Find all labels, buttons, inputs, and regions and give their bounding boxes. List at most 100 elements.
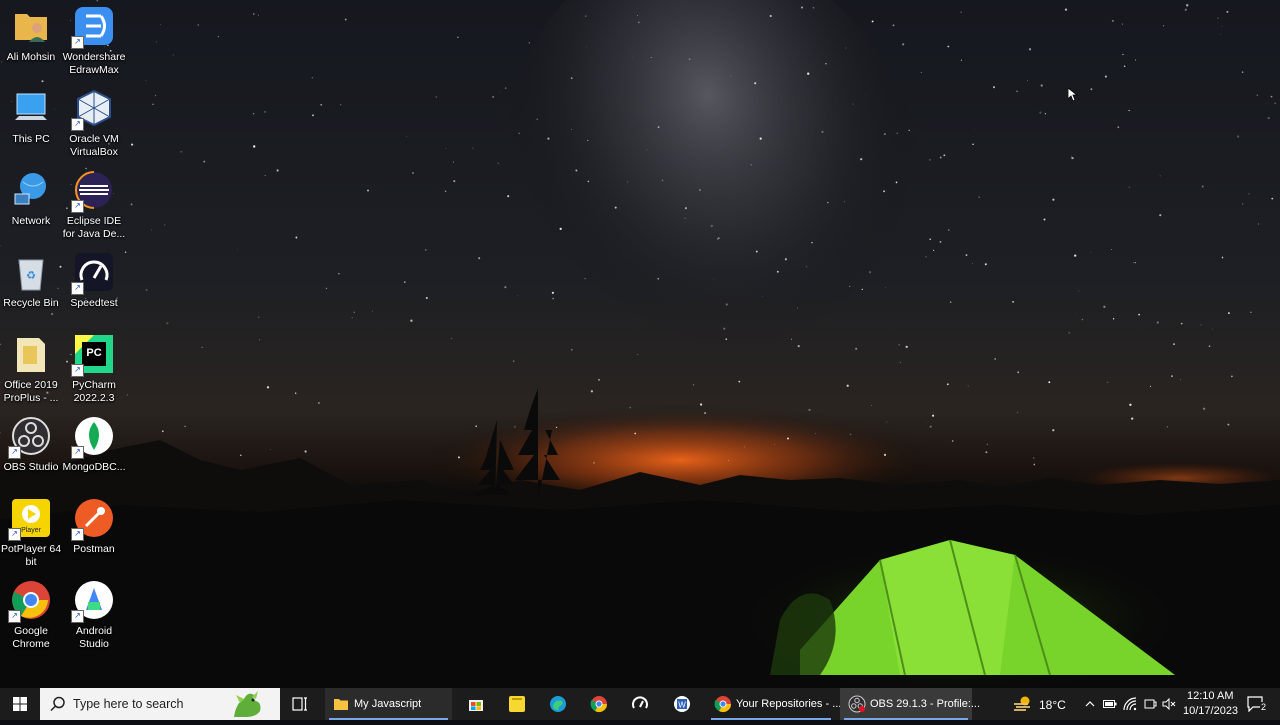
start-button[interactable] xyxy=(0,688,40,720)
star xyxy=(145,80,146,81)
star xyxy=(519,133,520,134)
taskbar-app-file-explorer[interactable]: My Javascript xyxy=(325,688,452,720)
star xyxy=(725,338,727,340)
battery-status[interactable] xyxy=(1101,688,1119,720)
notification-center-button[interactable]: 2 xyxy=(1240,688,1272,720)
network-status[interactable] xyxy=(1121,688,1139,720)
star xyxy=(585,278,586,279)
desktop-icon-mongodb[interactable]: ↗ MongoDBC... xyxy=(62,416,126,474)
star xyxy=(821,131,823,133)
star xyxy=(1045,113,1046,114)
taskbar-app-obs-window[interactable]: OBS 29.1.3 - Profile:... xyxy=(840,688,972,720)
star xyxy=(974,129,975,130)
star xyxy=(718,237,720,239)
desktop-icon-potplayer[interactable]: Player ↗ PotPlayer 64 bit xyxy=(0,498,63,569)
star xyxy=(240,454,242,456)
star xyxy=(1074,254,1076,256)
star xyxy=(1076,313,1077,314)
desktop-icon-android-studio[interactable]: ↗ Android Studio xyxy=(62,580,126,651)
star xyxy=(586,47,587,48)
star xyxy=(1150,386,1151,387)
desktop-icon-pycharm[interactable]: PC ↗ PyCharm 2022.2.3 xyxy=(62,334,126,405)
show-hidden-icons-button[interactable] xyxy=(1082,688,1098,720)
star xyxy=(886,422,887,423)
star xyxy=(1052,199,1054,201)
taskbar-app-word[interactable]: W xyxy=(665,688,701,720)
star xyxy=(513,360,514,361)
taskbar-search-box[interactable]: Type here to search xyxy=(40,688,280,720)
star xyxy=(994,358,995,359)
star xyxy=(270,449,271,450)
star xyxy=(446,148,447,149)
taskbar-app-chrome[interactable] xyxy=(583,688,615,720)
clock[interactable]: 12:10 AM 10/17/2023 xyxy=(1180,688,1238,720)
star xyxy=(457,37,458,38)
weather-widget[interactable]: 18°C xyxy=(1006,688,1068,720)
star xyxy=(560,228,562,230)
star xyxy=(1202,186,1204,188)
desktop-icon-this-pc[interactable]: This PC xyxy=(0,88,63,146)
star xyxy=(1039,111,1041,113)
usb-device-status[interactable] xyxy=(1141,688,1159,720)
taskbar-app-microsoft-store[interactable] xyxy=(460,688,492,720)
star xyxy=(505,87,507,89)
desktop-icon-user-folder[interactable]: Ali Mohsin xyxy=(0,6,63,64)
desktop-icon-recycle-bin[interactable]: ♻ Recycle Bin xyxy=(0,252,63,310)
star xyxy=(897,133,898,134)
star xyxy=(711,225,713,227)
star xyxy=(1167,426,1168,427)
wallpaper-scene xyxy=(0,0,1280,688)
star xyxy=(267,386,269,388)
desktop-icon-network[interactable]: Network xyxy=(0,170,63,228)
desktop-icon-obs[interactable]: ↗ OBS Studio xyxy=(0,416,63,474)
star xyxy=(952,440,954,442)
recycle-bin-icon: ♻ xyxy=(11,252,51,292)
star xyxy=(1218,18,1219,19)
star xyxy=(1220,34,1221,35)
star xyxy=(155,95,156,96)
desktop-icon-speedtest[interactable]: ↗ Speedtest xyxy=(62,252,126,310)
star xyxy=(295,237,297,239)
star xyxy=(1157,321,1159,323)
virtualbox-icon: ↗ xyxy=(74,88,114,128)
taskbar-app-edge[interactable] xyxy=(542,688,574,720)
star xyxy=(685,207,687,209)
star xyxy=(277,169,279,171)
star xyxy=(637,15,638,16)
star xyxy=(552,292,554,294)
desktop-icon-eclipse[interactable]: ↗ Eclipse IDE for Java De... xyxy=(62,170,126,241)
volume-control[interactable] xyxy=(1160,688,1178,720)
star xyxy=(478,257,480,259)
star xyxy=(1071,156,1072,157)
taskbar-app-chrome-window[interactable]: Your Repositories - ... xyxy=(707,688,835,720)
star xyxy=(774,444,775,445)
taskbar-app-sticky-notes[interactable] xyxy=(501,688,533,720)
shortcut-arrow-icon: ↗ xyxy=(71,364,84,377)
star xyxy=(1231,376,1233,378)
desktop-icon-edrawmax[interactable]: ↗ Wondershare EdrawMax xyxy=(62,6,126,77)
star xyxy=(547,137,549,139)
star xyxy=(131,203,133,205)
star xyxy=(258,15,259,16)
star xyxy=(237,249,238,250)
star xyxy=(1222,26,1223,27)
star xyxy=(634,433,636,435)
desktop-icon-virtualbox[interactable]: ↗ Oracle VM VirtualBox xyxy=(62,88,126,159)
star xyxy=(367,190,369,192)
desktop-icon-chrome[interactable]: ↗ Google Chrome xyxy=(0,580,63,651)
star xyxy=(1133,262,1134,263)
desktop-icon-office[interactable]: Office 2019 ProPlus - ... xyxy=(0,334,63,405)
star xyxy=(1017,412,1018,413)
taskbar-app-speedtest[interactable] xyxy=(624,688,656,720)
battery-icon xyxy=(1103,699,1117,709)
star xyxy=(844,201,845,202)
star xyxy=(258,317,259,318)
star xyxy=(425,249,427,251)
star xyxy=(865,94,866,95)
star xyxy=(791,339,792,340)
task-view-button[interactable] xyxy=(286,688,314,720)
desktop-icon-postman[interactable]: ↗ Postman xyxy=(62,498,126,556)
star xyxy=(517,295,518,296)
star xyxy=(202,347,203,348)
star xyxy=(898,344,900,346)
